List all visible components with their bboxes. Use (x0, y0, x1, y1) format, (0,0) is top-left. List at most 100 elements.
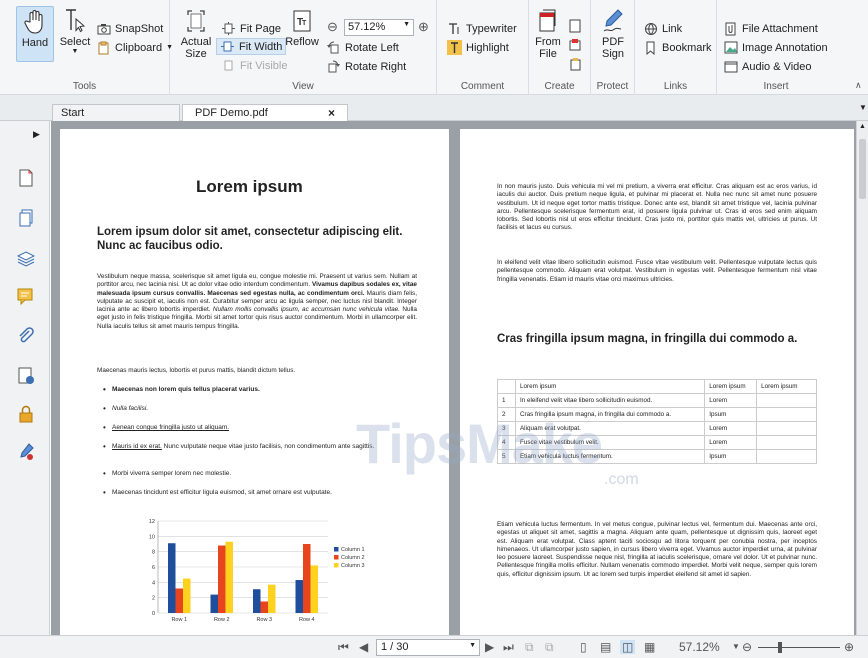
typewriter-icon (447, 21, 462, 36)
first-page-icon[interactable]: ⏮ (338, 640, 349, 655)
highlight-button[interactable]: Highlight (447, 39, 509, 56)
fit-width-button[interactable]: Fit Width (216, 38, 287, 55)
next-page-icon[interactable]: ▶ (485, 640, 494, 654)
watermark-suffix: .com (604, 471, 639, 488)
create-clipboard-icon[interactable] (568, 57, 582, 74)
page-icon[interactable] (17, 169, 35, 187)
fit-page-icon (221, 21, 236, 36)
scroll-up-icon[interactable]: ▲ (859, 123, 866, 130)
snapshot-button[interactable]: SnapShot (96, 20, 163, 37)
table-cell: In eleifend velit vitae libero sollicitu… (514, 393, 706, 408)
zoom-slider-thumb[interactable] (778, 642, 782, 653)
table-header-row: Lorem ipsum Lorem ipsum Lorem ipsum (497, 379, 817, 394)
table-cell: Lorem (704, 393, 758, 408)
close-tab-icon[interactable]: × (328, 106, 335, 120)
chart-y-tick-label: 2 (152, 596, 155, 602)
select-button[interactable]: Select ▼ (58, 6, 92, 55)
rotate-right-label: Rotate Right (345, 60, 407, 73)
page-number-field[interactable]: 1 / 30 ▼ (376, 639, 480, 656)
bookmark-button[interactable]: Bookmark (643, 39, 712, 56)
image-icon (723, 40, 738, 55)
clipboard-button[interactable]: Clipboard ▼ (96, 39, 173, 56)
zoom-in-icon[interactable]: ⊕ (418, 19, 429, 35)
facing-page-icon[interactable]: ◫ (620, 640, 636, 654)
camera-icon (96, 21, 111, 36)
chart-y-tick-label: 0 (152, 611, 155, 617)
expand-panel-icon[interactable]: ▶ (33, 129, 40, 140)
file-attachment-button[interactable]: File Attachment (723, 20, 818, 37)
rotate-left-button[interactable]: Rotate Left (326, 39, 399, 56)
chart-legend-label: Column 2 (341, 555, 365, 561)
zoom-value: 57.12% (348, 21, 386, 33)
scrollbar-thumb[interactable] (859, 139, 866, 199)
tab-list-dropdown-icon[interactable]: ▼ (859, 103, 867, 112)
tab-start[interactable]: Start (52, 104, 180, 121)
page-indicator: 1 / 30 (381, 641, 409, 653)
image-annotation-label: Image Annotation (742, 41, 828, 54)
body-paragraph-1: Vestibulum neque massa, scelerisque sit … (97, 273, 417, 331)
rotate-right-button[interactable]: Rotate Right (326, 58, 406, 75)
body-paragraph-2: Maecenas mauris lectus, lobortis et puru… (97, 367, 296, 374)
table-cell: Ipsum (704, 407, 758, 422)
certify-pen-icon[interactable] (17, 443, 35, 461)
next-view-icon[interactable]: ⧉ (545, 640, 554, 655)
layers-icon[interactable] (17, 249, 35, 267)
attachment-file-icon (723, 21, 738, 36)
last-page-icon[interactable]: ⏭ (503, 640, 514, 655)
from-file-label-2: File (539, 48, 557, 60)
page2-paragraph-2: In eleifend velit vitae libero sollicitu… (497, 259, 817, 283)
attachment-icon[interactable] (17, 327, 35, 345)
protect-group-label: Protect (596, 81, 629, 92)
continuous-facing-icon[interactable]: ▦ (644, 640, 655, 654)
single-page-icon[interactable]: ▯ (580, 640, 587, 654)
fit-visible-button[interactable]: Fit Visible (218, 57, 290, 74)
zoom-slider[interactable] (758, 647, 840, 648)
collapse-ribbon-icon[interactable]: ∧ (855, 80, 862, 91)
thumbnails-icon[interactable] (17, 209, 35, 227)
create-blank-icon[interactable] (568, 19, 582, 36)
zoom-in-icon[interactable]: ⊕ (844, 640, 854, 654)
link-button[interactable]: Link (643, 20, 682, 37)
page2-paragraph-1: In non mauris justo. Duis vehicula mi ve… (497, 183, 817, 232)
audio-video-button[interactable]: Audio & Video (723, 58, 812, 75)
fit-page-button[interactable]: Fit Page (218, 20, 284, 37)
zoom-combobox[interactable]: 57.12% ▼ (344, 19, 414, 36)
vertical-scrollbar[interactable]: ▲ (856, 121, 868, 635)
zoom-dropdown-icon[interactable]: ▼ (732, 642, 740, 651)
page-dropdown-icon[interactable]: ▼ (469, 642, 476, 649)
pdf-sign-button[interactable]: PDF Sign (597, 6, 629, 60)
reflow-button[interactable]: TT Reflow (284, 6, 320, 48)
typewriter-button[interactable]: Typewriter (447, 20, 517, 37)
reflow-icon: TT (287, 6, 317, 36)
tab-pdf-demo[interactable]: PDF Demo.pdf × (182, 104, 348, 121)
zoom-dropdown-icon[interactable]: ▼ (403, 21, 410, 28)
image-annotation-button[interactable]: Image Annotation (723, 39, 828, 56)
ribbon-toolbar: Hand Select ▼ SnapShot Clipboard ▼ Tools… (0, 0, 868, 95)
prev-page-icon[interactable]: ◀ (359, 640, 368, 654)
zoom-out-icon[interactable]: ⊖ (327, 19, 338, 35)
select-dropdown-icon[interactable]: ▼ (72, 48, 79, 55)
lock-icon[interactable] (17, 405, 35, 423)
insert-group: File Attachment Image Annotation Audio &… (717, 0, 835, 95)
chart-y-tick-label: 4 (152, 580, 155, 586)
zoom-out-icon[interactable]: ⊖ (742, 640, 752, 654)
document-viewer[interactable]: Lorem ipsum Lorem ipsum dolor sit amet, … (51, 121, 856, 635)
links-group: Link Bookmark Links (635, 0, 717, 95)
hand-button[interactable]: Hand (16, 6, 54, 62)
actual-size-button[interactable]: Actual Size (178, 6, 214, 60)
prev-view-icon[interactable]: ⧉ (525, 640, 534, 655)
tab-pdf-demo-label: PDF Demo.pdf (195, 107, 268, 119)
signature-panel-icon[interactable] (17, 367, 35, 385)
chart-bar (268, 584, 276, 613)
table-cell (756, 393, 817, 408)
file-attachment-label: File Attachment (742, 22, 818, 35)
list-item-underlined: Mauris id ex erat. (112, 443, 162, 450)
chart-bar (168, 543, 176, 613)
view-group: Actual Size Fit Page Fit Width Fit Visib… (170, 0, 437, 95)
create-scanner-icon[interactable] (568, 38, 582, 55)
continuous-page-icon[interactable]: ▤ (600, 640, 611, 654)
comments-icon[interactable] (17, 287, 35, 305)
chart-y-tick-label: 12 (149, 519, 155, 525)
highlight-label: Highlight (466, 41, 509, 54)
from-file-button[interactable]: From File (533, 6, 563, 60)
